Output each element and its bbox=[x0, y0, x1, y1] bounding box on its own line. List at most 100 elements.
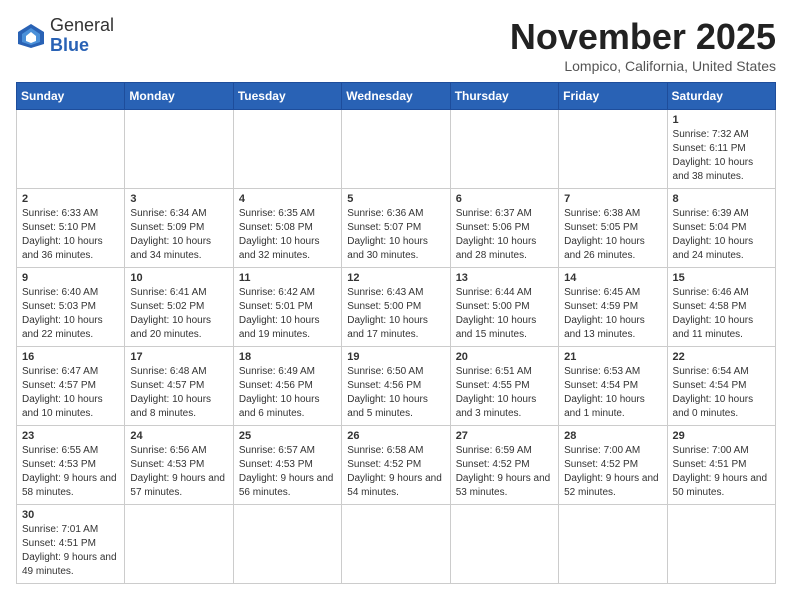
day-number: 25 bbox=[239, 430, 336, 442]
day-number: 12 bbox=[347, 272, 444, 284]
day-header-thursday: Thursday bbox=[450, 83, 558, 110]
day-info: Sunrise: 6:59 AM Sunset: 4:52 PM Dayligh… bbox=[456, 444, 553, 500]
day-number: 19 bbox=[347, 351, 444, 363]
calendar-cell bbox=[450, 110, 558, 189]
day-header-tuesday: Tuesday bbox=[233, 83, 341, 110]
logo-text: General Blue bbox=[50, 16, 114, 56]
day-number: 14 bbox=[564, 272, 661, 284]
calendar-cell: 24Sunrise: 6:56 AM Sunset: 4:53 PM Dayli… bbox=[125, 426, 233, 505]
calendar-title: November 2025 bbox=[510, 16, 776, 58]
day-number: 23 bbox=[22, 430, 119, 442]
calendar-week-row: 30Sunrise: 7:01 AM Sunset: 4:51 PM Dayli… bbox=[17, 505, 776, 584]
day-info: Sunrise: 6:37 AM Sunset: 5:06 PM Dayligh… bbox=[456, 207, 553, 263]
day-info: Sunrise: 7:00 AM Sunset: 4:51 PM Dayligh… bbox=[673, 444, 770, 500]
calendar-header-row: SundayMondayTuesdayWednesdayThursdayFrid… bbox=[17, 83, 776, 110]
day-number: 27 bbox=[456, 430, 553, 442]
day-info: Sunrise: 6:53 AM Sunset: 4:54 PM Dayligh… bbox=[564, 365, 661, 421]
day-info: Sunrise: 6:43 AM Sunset: 5:00 PM Dayligh… bbox=[347, 286, 444, 342]
day-info: Sunrise: 6:47 AM Sunset: 4:57 PM Dayligh… bbox=[22, 365, 119, 421]
calendar-cell: 26 Sunrise: 6:58 AM Sunset: 4:52 PM Dayli… bbox=[342, 426, 450, 505]
day-info: Sunrise: 6:34 AM Sunset: 5:09 PM Dayligh… bbox=[130, 207, 227, 263]
day-info: Sunrise: 6:46 AM Sunset: 4:58 PM Dayligh… bbox=[673, 286, 770, 342]
calendar-cell: 16 Sunrise: 6:47 AM Sunset: 4:57 PM Dayli… bbox=[17, 347, 125, 426]
day-info: Sunrise: 6:39 AM Sunset: 5:04 PM Dayligh… bbox=[673, 207, 770, 263]
day-number: 3 bbox=[130, 193, 227, 205]
day-number: 28 bbox=[564, 430, 661, 442]
calendar-cell bbox=[342, 505, 450, 584]
day-number: 8 bbox=[673, 193, 770, 205]
day-number: 9 bbox=[22, 272, 119, 284]
day-info: Sunrise: 7:32 AM Sunset: 6:11 PM Dayligh… bbox=[673, 128, 770, 184]
day-info: Sunrise: 6:44 AM Sunset: 5:00 PM Dayligh… bbox=[456, 286, 553, 342]
day-info: Sunrise: 6:55 AM Sunset: 4:53 PM Dayligh… bbox=[22, 444, 119, 500]
day-number: 22 bbox=[673, 351, 770, 363]
logo-icon bbox=[16, 22, 46, 50]
day-info: Sunrise: 6:54 AM Sunset: 4:54 PM Dayligh… bbox=[673, 365, 770, 421]
day-number: 4 bbox=[239, 193, 336, 205]
calendar-cell: 12 Sunrise: 6:43 AM Sunset: 5:00 PM Dayli… bbox=[342, 268, 450, 347]
title-section: November 2025 Lompico, California, Unite… bbox=[510, 16, 776, 74]
day-number: 10 bbox=[130, 272, 227, 284]
day-number: 26 bbox=[347, 430, 444, 442]
calendar-cell: 7 Sunrise: 6:38 AM Sunset: 5:05 PM Daylig… bbox=[559, 189, 667, 268]
calendar-cell bbox=[125, 505, 233, 584]
calendar-cell bbox=[17, 110, 125, 189]
day-info: Sunrise: 7:00 AM Sunset: 4:52 PM Dayligh… bbox=[564, 444, 661, 500]
day-number: 17 bbox=[130, 351, 227, 363]
calendar-cell: 14 Sunrise: 6:45 AM Sunset: 4:59 PM Dayli… bbox=[559, 268, 667, 347]
calendar-cell: 11 Sunrise: 6:42 AM Sunset: 5:01 PM Dayli… bbox=[233, 268, 341, 347]
calendar-week-row: 9 Sunrise: 6:40 AM Sunset: 5:03 PM Daylig… bbox=[17, 268, 776, 347]
day-number: 11 bbox=[239, 272, 336, 284]
calendar-table: SundayMondayTuesdayWednesdayThursdayFrid… bbox=[16, 82, 776, 584]
calendar-cell: 15 Sunrise: 6:46 AM Sunset: 4:58 PM Dayli… bbox=[667, 268, 775, 347]
day-number: 7 bbox=[564, 193, 661, 205]
calendar-cell bbox=[559, 505, 667, 584]
day-header-wednesday: Wednesday bbox=[342, 83, 450, 110]
day-header-sunday: Sunday bbox=[17, 83, 125, 110]
day-number: 15 bbox=[673, 272, 770, 284]
day-number: 16 bbox=[22, 351, 119, 363]
day-number: 18 bbox=[239, 351, 336, 363]
calendar-cell: 20 Sunrise: 6:51 AM Sunset: 4:55 PM Dayli… bbox=[450, 347, 558, 426]
day-info: Sunrise: 6:45 AM Sunset: 4:59 PM Dayligh… bbox=[564, 286, 661, 342]
day-info: Sunrise: 7:01 AM Sunset: 4:51 PM Dayligh… bbox=[22, 523, 119, 579]
day-number: 5 bbox=[347, 193, 444, 205]
calendar-cell bbox=[233, 505, 341, 584]
logo: General Blue bbox=[16, 16, 114, 56]
calendar-cell: 2 Sunrise: 6:33 AM Sunset: 5:10 PM Daylig… bbox=[17, 189, 125, 268]
calendar-cell: 25 Sunrise: 6:57 AM Sunset: 4:53 PM Dayli… bbox=[233, 426, 341, 505]
calendar-cell: 30Sunrise: 7:01 AM Sunset: 4:51 PM Dayli… bbox=[17, 505, 125, 584]
calendar-cell bbox=[450, 505, 558, 584]
day-header-saturday: Saturday bbox=[667, 83, 775, 110]
day-info: Sunrise: 6:38 AM Sunset: 5:05 PM Dayligh… bbox=[564, 207, 661, 263]
calendar-cell: 4Sunrise: 6:35 AM Sunset: 5:08 PM Daylig… bbox=[233, 189, 341, 268]
calendar-cell: 1 Sunrise: 7:32 AM Sunset: 6:11 PM Daylig… bbox=[667, 110, 775, 189]
day-info: Sunrise: 6:42 AM Sunset: 5:01 PM Dayligh… bbox=[239, 286, 336, 342]
day-number: 2 bbox=[22, 193, 119, 205]
day-info: Sunrise: 6:57 AM Sunset: 4:53 PM Dayligh… bbox=[239, 444, 336, 500]
calendar-cell: 10Sunrise: 6:41 AM Sunset: 5:02 PM Dayli… bbox=[125, 268, 233, 347]
page-header: General Blue November 2025 Lompico, Cali… bbox=[16, 16, 776, 74]
calendar-cell bbox=[667, 505, 775, 584]
calendar-cell: 13Sunrise: 6:44 AM Sunset: 5:00 PM Dayli… bbox=[450, 268, 558, 347]
day-header-monday: Monday bbox=[125, 83, 233, 110]
calendar-cell bbox=[125, 110, 233, 189]
day-info: Sunrise: 6:33 AM Sunset: 5:10 PM Dayligh… bbox=[22, 207, 119, 263]
day-info: Sunrise: 6:36 AM Sunset: 5:07 PM Dayligh… bbox=[347, 207, 444, 263]
day-number: 21 bbox=[564, 351, 661, 363]
calendar-week-row: 23 Sunrise: 6:55 AM Sunset: 4:53 PM Dayli… bbox=[17, 426, 776, 505]
calendar-cell: 23 Sunrise: 6:55 AM Sunset: 4:53 PM Dayli… bbox=[17, 426, 125, 505]
calendar-subtitle: Lompico, California, United States bbox=[510, 58, 776, 74]
calendar-week-row: 1 Sunrise: 7:32 AM Sunset: 6:11 PM Daylig… bbox=[17, 110, 776, 189]
calendar-cell: 18Sunrise: 6:49 AM Sunset: 4:56 PM Dayli… bbox=[233, 347, 341, 426]
day-info: Sunrise: 6:40 AM Sunset: 5:03 PM Dayligh… bbox=[22, 286, 119, 342]
day-number: 1 bbox=[673, 114, 770, 126]
calendar-cell: 27 Sunrise: 6:59 AM Sunset: 4:52 PM Dayli… bbox=[450, 426, 558, 505]
day-number: 20 bbox=[456, 351, 553, 363]
calendar-cell: 8 Sunrise: 6:39 AM Sunset: 5:04 PM Daylig… bbox=[667, 189, 775, 268]
calendar-cell: 17Sunrise: 6:48 AM Sunset: 4:57 PM Dayli… bbox=[125, 347, 233, 426]
calendar-cell: 21 Sunrise: 6:53 AM Sunset: 4:54 PM Dayli… bbox=[559, 347, 667, 426]
day-info: Sunrise: 6:51 AM Sunset: 4:55 PM Dayligh… bbox=[456, 365, 553, 421]
day-info: Sunrise: 6:58 AM Sunset: 4:52 PM Dayligh… bbox=[347, 444, 444, 500]
day-info: Sunrise: 6:56 AM Sunset: 4:53 PM Dayligh… bbox=[130, 444, 227, 500]
